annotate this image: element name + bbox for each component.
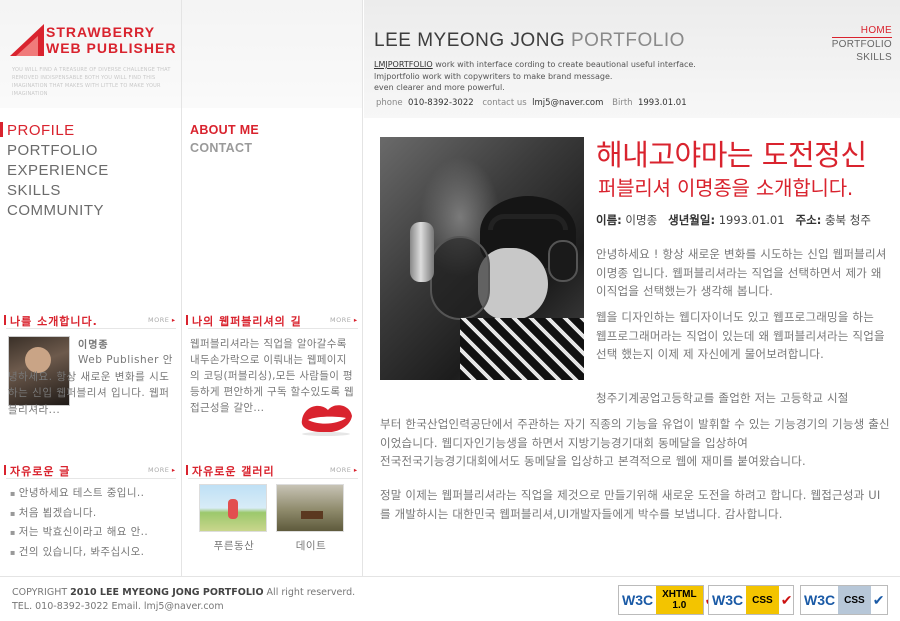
about-more-link[interactable]: MORE: [148, 316, 176, 324]
intro-paragraph-1: 안녕하세요 ! 항상 새로운 변화를 시도하는 신입 웹퍼블리셔 이명종 입니다…: [596, 247, 887, 298]
badge-version: 1.0: [672, 600, 687, 611]
gallery-box-title: 자유로운 갤러리: [186, 465, 275, 478]
profile-info: 이름: 이명종 생년월일: 1993.01.01 주소: 충북 청주: [596, 212, 871, 228]
birthdate-label: 생년월일:: [668, 213, 716, 227]
nav-item-community[interactable]: COMMUNITY: [7, 201, 109, 221]
top-link-portfolio[interactable]: PORTFOLIO: [832, 38, 892, 51]
birth-label: Birth: [612, 98, 633, 108]
intro-paragraph-2: 웹을 디자인하는 웹디자이너도 있고 웹프로그래밍을 하는 웹프로그래머라는 직…: [596, 310, 885, 361]
contact-row: phone 010-8392-3022 contact us lmj5@nave…: [376, 98, 693, 108]
birthdate-value: 1993.01.01: [718, 213, 785, 227]
free-more-link[interactable]: MORE: [148, 466, 176, 474]
headphones-icon: [488, 214, 568, 230]
gallery-caption: 데이트: [295, 540, 327, 552]
w3c-logo-icon: W3C: [619, 586, 657, 614]
phone-value: 010-8392-3022: [408, 98, 474, 108]
copyright-owner: 2010 LEE MYEONG JONG PORTFOLIO: [70, 587, 264, 598]
nav-item-profile[interactable]: PROFILE: [7, 121, 109, 141]
logo-tagline: YOU WILL FIND A TREASURE OF DIVERSE CHAL…: [12, 67, 171, 97]
title-accent: PORTFOLIO: [565, 30, 685, 51]
list-item[interactable]: 건의 있습니다, 봐주십시오.: [10, 543, 148, 563]
headphone-cup-icon: [548, 240, 578, 282]
sub-nav: ABOUT ME CONTACT: [190, 121, 259, 157]
intro-paragraph-3: 부터 한국산업인력공단에서 주관하는 자기 직종의 기능을 유업이 발휘할 수 …: [380, 417, 890, 468]
road-divider: [188, 328, 358, 329]
lips-sofa-icon: [301, 405, 352, 436]
intro-line2: lmjportfolio work with copywriters to ma…: [374, 71, 613, 81]
copyright-prefix: COPYRIGHT: [12, 587, 71, 598]
checkmark-icon: ✔: [872, 591, 885, 608]
list-item[interactable]: 안녕하세요 테스트 중입니..: [10, 484, 148, 504]
about-text[interactable]: Web Publisher 안녕하세요. 항상 새로운 변화를 시도하는 신입 …: [8, 352, 176, 418]
content-subline: 퍼블리셔 이명종을 소개합니다.: [598, 176, 854, 200]
contact-email-link[interactable]: lmj5@naver.com: [532, 98, 603, 108]
copyright-suffix: All right reserverd.: [263, 587, 356, 598]
footer-copyright: COPYRIGHT 2010 LEE MYEONG JONG PORTFOLIO…: [12, 587, 355, 598]
w3c-css-badge-blue[interactable]: W3C CSS ✔: [800, 585, 888, 615]
intro-paragraph-3-start: 청주기계공업고등학교를 졸업한 저는 고등학교 시절: [596, 391, 849, 405]
profile-photo-shirt: [460, 318, 584, 380]
list-item[interactable]: 처음 뵙겠습니다.: [10, 504, 148, 524]
contact-label: contact us: [482, 98, 527, 108]
w3c-logo-icon: W3C: [801, 586, 839, 614]
list-item[interactable]: 저는 박효신이라고 해요 안..: [10, 523, 148, 543]
nav-item-skills[interactable]: SKILLS: [7, 181, 109, 201]
intro-line1: work with interface cording to create be…: [432, 60, 696, 69]
content-headline: 해내고야마는 도전정신: [596, 138, 867, 172]
logo-line1: STRAWBERRY: [46, 24, 156, 40]
subnav-item-about-me[interactable]: ABOUT ME: [190, 121, 259, 139]
about-name: 이명종: [78, 340, 109, 351]
gallery-thumbnail[interactable]: [276, 484, 344, 532]
w3c-xhtml-badge[interactable]: W3C XHTML 1.0 ✔: [618, 585, 716, 615]
gallery-divider: [188, 478, 358, 479]
address-value: 충북 청주: [824, 213, 871, 227]
footer-contact: TEL. 010-8392-3022 Email. lmj5@naver.com: [12, 601, 224, 612]
nav-active-indicator: [0, 122, 3, 137]
title-main: LEE MYEONG JONG: [374, 30, 566, 51]
nav-item-portfolio[interactable]: PORTFOLIO: [7, 141, 109, 161]
intro-paragraph-4: 정말 이제는 웹퍼블리셔라는 직업을 제것으로 만들기위해 새로운 도전을 하려…: [380, 488, 881, 521]
gallery-thumbnail[interactable]: [199, 484, 267, 532]
about-divider: [6, 328, 176, 329]
address-label: 주소:: [795, 213, 822, 227]
free-box-title: 자유로운 글: [3, 465, 71, 478]
intro-brand: LMJPORTFOLIO: [374, 60, 433, 69]
w3c-css-badge[interactable]: W3C CSS ✔: [708, 585, 794, 615]
badge-kind: XHTML: [662, 589, 697, 600]
top-link-home[interactable]: HOME: [831, 24, 892, 38]
logo-triangle-inner-icon: [16, 36, 38, 56]
main-nav: PROFILE PORTFOLIO EXPERIENCE SKILLS COMM…: [7, 121, 109, 221]
intro-text: LMJPORTFOLIO work with interface cording…: [374, 59, 734, 94]
w3c-logo-icon: W3C: [709, 586, 747, 614]
intro-line3: even clearer and more powerful.: [374, 83, 505, 92]
subnav-item-contact[interactable]: CONTACT: [190, 139, 259, 157]
phone-label: phone: [376, 98, 403, 108]
checkmark-icon: ✔: [780, 591, 793, 608]
name-value: 이명종: [625, 213, 658, 227]
road-box-title: 나의 웹퍼블리셔의 길: [186, 315, 302, 328]
gallery-item[interactable]: 데이트: [276, 484, 346, 553]
gallery-item[interactable]: 푸른동산: [199, 484, 269, 553]
free-post-list: 안녕하세요 테스트 중입니.. 처음 뵙겠습니다. 저는 박효신이라고 해요 안…: [10, 484, 148, 562]
top-links: HOME PORTFOLIO SKILLS: [831, 24, 892, 64]
free-divider: [6, 478, 176, 479]
nav-item-experience[interactable]: EXPERIENCE: [7, 161, 109, 181]
gallery-more-link[interactable]: MORE: [330, 466, 358, 474]
name-label: 이름:: [596, 213, 622, 227]
pop-filter-icon: [430, 236, 490, 320]
road-more-link[interactable]: MORE: [330, 316, 358, 324]
birth-value: 1993.01.01: [637, 98, 687, 108]
top-link-skills[interactable]: SKILLS: [832, 51, 892, 64]
page-title: LEE MYEONG JONG PORTFOLIO: [374, 30, 685, 52]
badge-kind: CSS: [844, 594, 865, 606]
about-box-title: 나를 소개합니다.: [4, 315, 98, 328]
microphone-icon: [410, 222, 434, 282]
badge-kind: CSS: [752, 594, 773, 606]
gallery-caption: 푸른동산: [213, 540, 255, 552]
logo-line2: WEB PUBLISHER: [46, 40, 177, 56]
